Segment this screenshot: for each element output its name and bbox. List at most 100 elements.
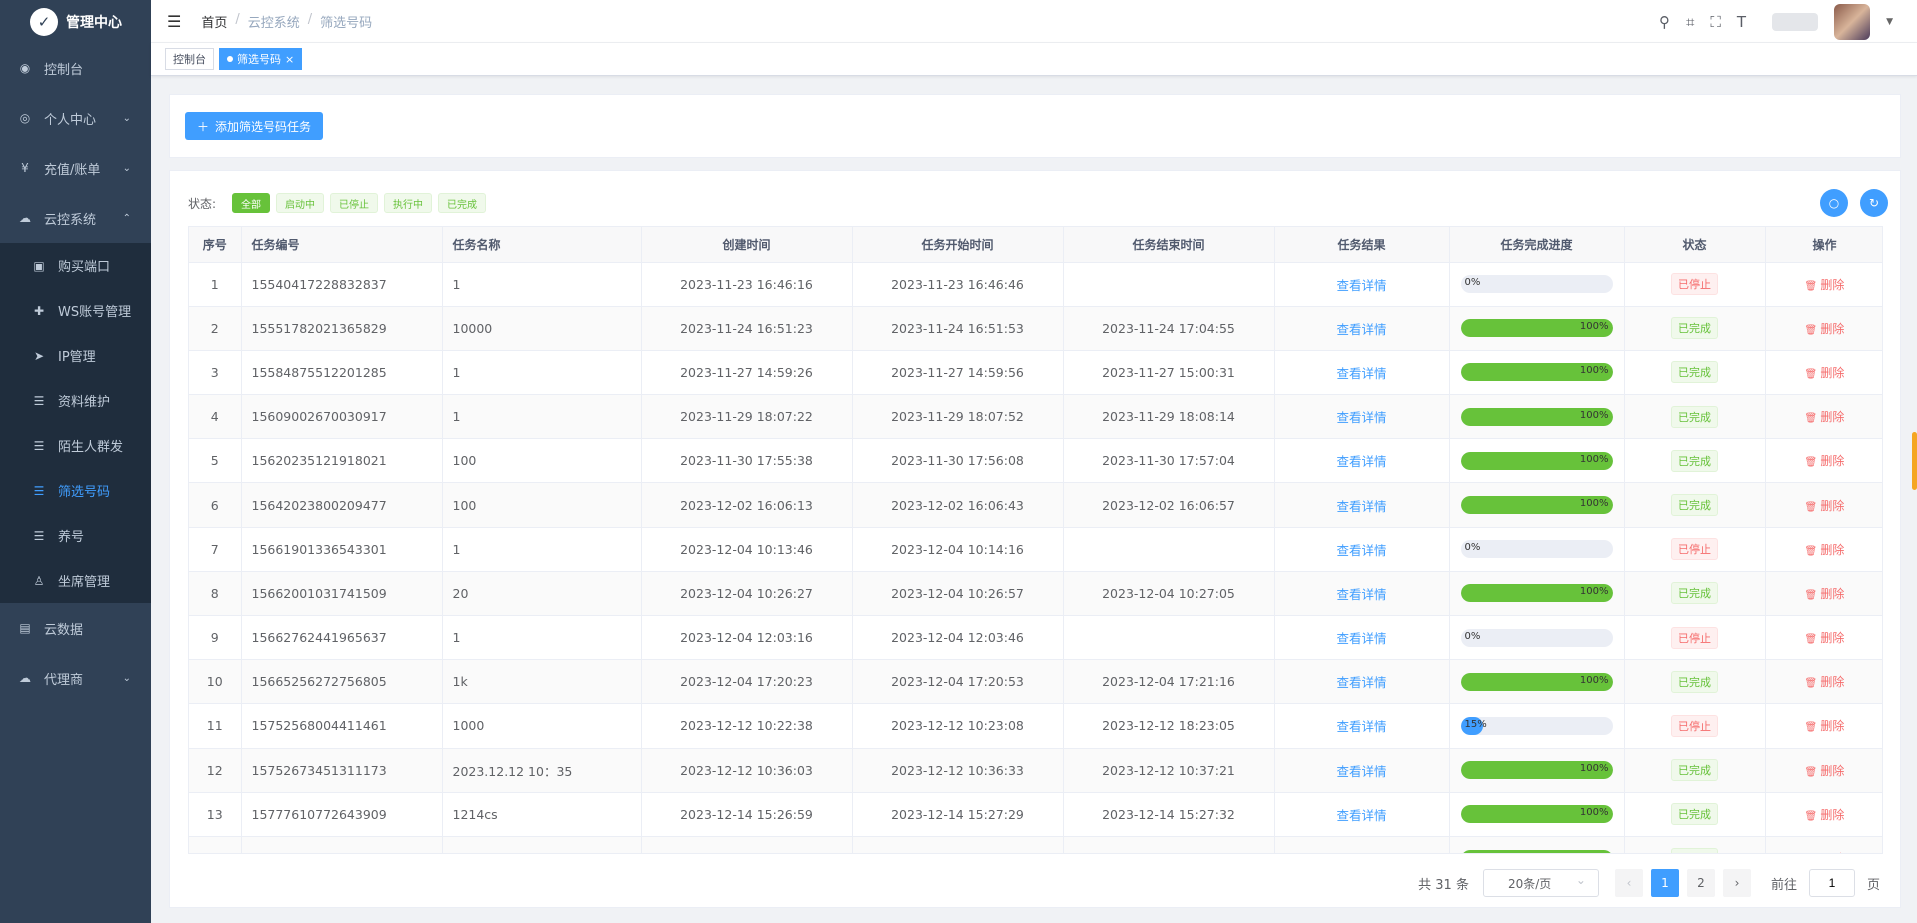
cell-no: 14 <box>189 836 242 853</box>
cell-start: 2023-12-15 09:59:27 <box>852 836 1064 853</box>
cell-status: 已完成 <box>1624 836 1766 853</box>
cell-id: 15752673451311173 <box>241 748 443 793</box>
delete-button[interactable]: 🗑 删除 <box>1805 322 1845 336</box>
view-details-link[interactable]: 查看详情 <box>1336 322 1386 337</box>
status-badge: 已完成 <box>1671 317 1718 340</box>
next-page-button[interactable]: › <box>1722 869 1751 897</box>
sidebar-item-1[interactable]: ◎ 个人中心 ⌄ <box>0 93 151 143</box>
cell-id: 15777610772643909 <box>241 792 443 837</box>
submenu-item-7[interactable]: ♙ 坐席管理 <box>0 558 151 603</box>
page-1-button[interactable]: 1 <box>1650 869 1679 897</box>
view-details-link[interactable]: 查看详情 <box>1336 278 1386 293</box>
app-logo[interactable]: ✓ 管理中心 <box>0 0 151 43</box>
cell-actions: 🗑 删除 <box>1765 748 1882 793</box>
progress-text: 100% <box>1579 763 1609 775</box>
refresh-button[interactable]: ↻ <box>1860 189 1888 217</box>
delete-button[interactable]: 🗑 删除 <box>1805 543 1845 557</box>
prev-page-button[interactable]: ‹ <box>1614 869 1643 897</box>
view-details-link[interactable]: 查看详情 <box>1336 675 1386 690</box>
cell-start: 2023-12-04 17:20:53 <box>852 659 1064 705</box>
filter-tag-4[interactable]: 已完成 <box>438 193 487 213</box>
view-details-link[interactable]: 查看详情 <box>1336 499 1386 514</box>
delete-button[interactable]: 🗑 删除 <box>1805 410 1845 424</box>
search-icon[interactable]: ⚲ <box>1659 13 1670 31</box>
view-details-link[interactable]: 查看详情 <box>1336 543 1386 558</box>
sidebar-item-1[interactable]: ☁ 代理商 ⌄ <box>0 653 151 703</box>
font-size-icon[interactable]: T <box>1737 13 1746 31</box>
cell-created: 2023-11-27 14:59:26 <box>641 350 853 396</box>
submenu-item-4[interactable]: ☰ 陌生人群发 <box>0 423 151 468</box>
delete-button[interactable]: 🗑 删除 <box>1805 366 1845 380</box>
view-details-link[interactable]: 查看详情 <box>1336 587 1386 602</box>
status-badge: 已停止 <box>1671 273 1718 296</box>
sidebar-item-2[interactable]: ¥ 充值/账单 ⌄ <box>0 143 151 193</box>
filter-tag-2[interactable]: 已停止 <box>330 193 379 213</box>
avatar[interactable] <box>1834 3 1871 40</box>
delete-button[interactable]: 🗑 删除 <box>1805 278 1845 292</box>
table-row: 11 15752568004411461 1000 2023-12-12 10:22:… <box>189 703 1882 749</box>
view-details-link[interactable]: 查看详情 <box>1336 454 1386 469</box>
fullscreen-icon[interactable]: ⛶ <box>1710 13 1721 31</box>
cell-start: 2023-12-12 10:36:33 <box>852 748 1064 793</box>
caret-down-icon[interactable]: ▼ <box>1886 17 1893 27</box>
delete-button[interactable]: 🗑 删除 <box>1805 454 1845 468</box>
delete-button[interactable]: 🗑 删除 <box>1805 852 1844 853</box>
filter-tag-3[interactable]: 执行中 <box>384 193 433 213</box>
delete-button[interactable]: 🗑 删除 <box>1805 499 1845 513</box>
filter-tag-1[interactable]: 启动中 <box>276 193 325 213</box>
view-details-link[interactable]: 查看详情 <box>1336 852 1386 853</box>
search-toggle-button[interactable]: ○ <box>1820 189 1848 217</box>
goto-page-input[interactable] <box>1808 869 1855 897</box>
status-badge: 已完成 <box>1671 361 1718 384</box>
delete-button[interactable]: 🗑 删除 <box>1805 808 1845 822</box>
sidebar-item-0[interactable]: ◉ 控制台 <box>0 43 151 93</box>
tag-dashboard[interactable]: 控制台 <box>165 48 214 70</box>
delete-label: 删除 <box>1820 410 1845 425</box>
delete-button[interactable]: 🗑 删除 <box>1805 631 1845 645</box>
cell-id: 15609002670030917 <box>241 394 443 440</box>
cell-end: 2023-12-12 18:23:05 <box>1063 703 1275 749</box>
delete-label: 删除 <box>1820 675 1845 690</box>
username[interactable] <box>1772 12 1819 31</box>
close-icon[interactable]: × <box>285 53 294 66</box>
cell-status: 已完成 <box>1624 394 1766 440</box>
view-details-link[interactable]: 查看详情 <box>1336 764 1386 779</box>
submenu-item-0[interactable]: ▣ 购买端口 <box>0 243 151 288</box>
cell-progress: 100% <box>1449 350 1625 396</box>
sidebar-item-0[interactable]: ▤ 云数据 <box>0 603 151 653</box>
progress-text: 100% <box>1580 852 1609 853</box>
cell-id: 15752568004411461 <box>241 703 443 749</box>
page-size-select[interactable]: 20条/页 <box>1482 869 1599 897</box>
translate-icon[interactable]: ⌗ <box>1686 13 1694 31</box>
filter-tag-0[interactable]: 全部 <box>232 193 271 213</box>
cell-id: 15551782021365829 <box>241 306 443 351</box>
submenu-item-2[interactable]: ➤ IP管理 <box>0 333 151 378</box>
delete-button[interactable]: 🗑 删除 <box>1805 764 1845 778</box>
view-details-link[interactable]: 查看详情 <box>1336 366 1386 381</box>
tag-filter-numbers[interactable]: 筛选号码 × <box>219 48 303 70</box>
progress-bar: 100% <box>1460 805 1613 824</box>
delete-label: 删除 <box>1820 542 1845 557</box>
view-details-link[interactable]: 查看详情 <box>1336 808 1386 823</box>
column-header: 任务完成进度 <box>1449 227 1625 263</box>
page-scrollbar[interactable] <box>1912 432 1917 490</box>
delete-button[interactable]: 🗑 删除 <box>1805 719 1845 733</box>
delete-button[interactable]: 🗑 删除 <box>1805 587 1845 601</box>
cell-name: 1214cs <box>442 792 642 837</box>
breadcrumb-home[interactable]: 首页 <box>201 12 227 31</box>
add-filter-task-button[interactable]: ＋ 添加筛选号码任务 <box>185 112 324 140</box>
delete-button[interactable]: 🗑 删除 <box>1805 675 1845 689</box>
menu-label: 购买端口 <box>58 260 111 275</box>
cell-id: 15540417228832837 <box>241 262 443 307</box>
submenu-item-3[interactable]: ☰ 资料维护 <box>0 378 151 423</box>
page-2-button[interactable]: 2 <box>1686 869 1715 897</box>
view-details-link[interactable]: 查看详情 <box>1336 719 1386 734</box>
hamburger-icon[interactable]: ☰ <box>167 12 181 31</box>
view-details-link[interactable]: 查看详情 <box>1336 631 1386 646</box>
submenu-item-5[interactable]: ☰ 筛选号码 <box>0 468 151 513</box>
submenu-item-6[interactable]: ☰ 养号 <box>0 513 151 558</box>
view-details-link[interactable]: 查看详情 <box>1336 410 1386 425</box>
table-row: 13 15777610772643909 1214cs 2023-12-14 15:2… <box>189 792 1882 837</box>
submenu-item-1[interactable]: ✚ WS账号管理 <box>0 288 151 333</box>
sidebar-item-3[interactable]: ☁ 云控系统 ⌃ <box>0 193 151 243</box>
